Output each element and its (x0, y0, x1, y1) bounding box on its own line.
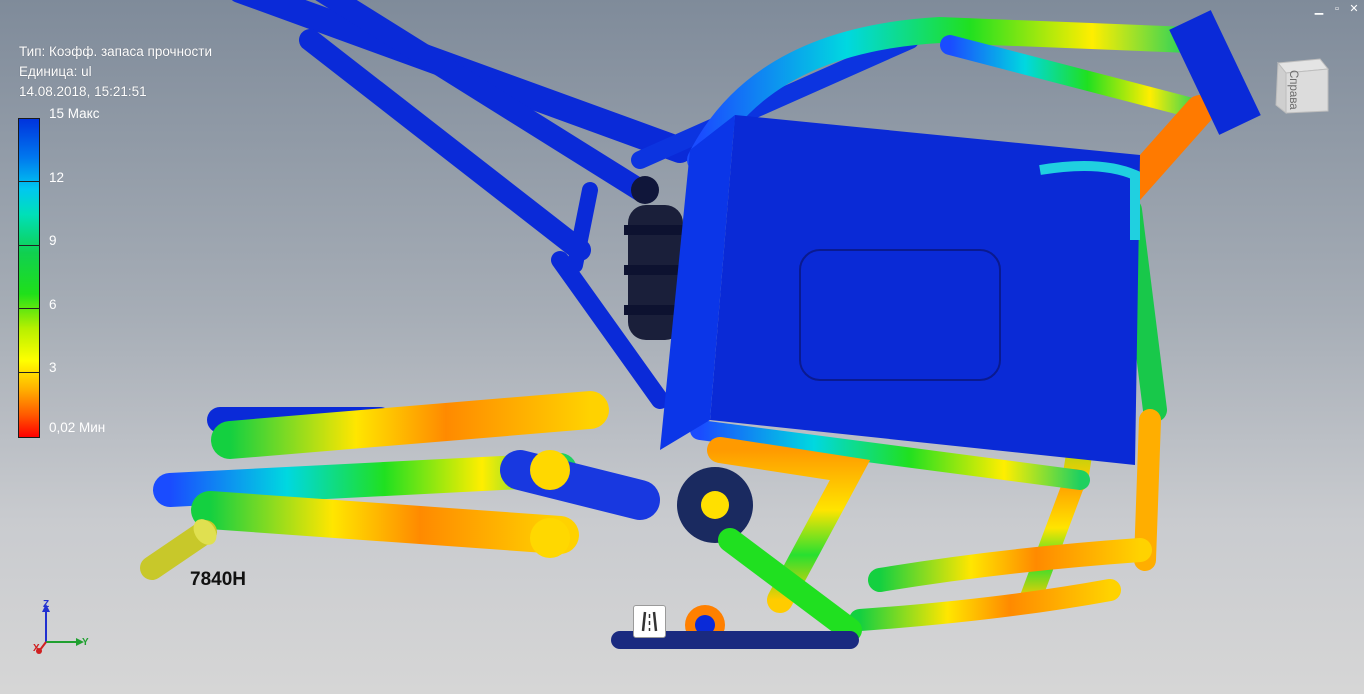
view-cube-face-label: Справа (1287, 70, 1299, 110)
legend-tick-mark (18, 245, 40, 246)
restore-button[interactable]: ▫ (1331, 3, 1343, 15)
color-legend-bar (18, 118, 40, 438)
result-timestamp: 14.08.2018, 15:21:51 (19, 84, 147, 99)
legend-tick-6: 6 (49, 297, 57, 312)
nav-road-glyph (641, 611, 658, 632)
legend-tick-min: 0,02 Мин (49, 420, 106, 435)
swing-arm (153, 391, 871, 649)
triad-y-label: Y (82, 637, 89, 648)
legend-tick-mark (18, 372, 40, 373)
triad-x-label: X (33, 643, 40, 654)
result-unit: Единица: ul (19, 64, 92, 79)
legend-tick-max: 15 Макс (49, 106, 100, 121)
legend-tick-mark (18, 181, 40, 182)
minimize-button[interactable]: ▁ (1313, 3, 1325, 15)
legend-tick-mark (18, 308, 40, 309)
legend-tick-12: 12 (49, 170, 65, 185)
legend-tick-3: 3 (49, 360, 57, 375)
result-type: Тип: Коэфф. запаса прочности (19, 44, 213, 59)
legend-tick-9: 9 (49, 233, 57, 248)
view-cube-icon[interactable] (1270, 55, 1332, 117)
force-arrow-icon (140, 519, 217, 580)
navigation-wheel-icon[interactable] (633, 605, 666, 638)
close-button[interactable]: ✕ (1348, 3, 1360, 15)
result-info: Тип: Коэфф. запаса прочности Единица: ul… (19, 42, 212, 102)
triad-z-label: Z (43, 599, 50, 610)
load-label: 7840Н (190, 569, 246, 590)
